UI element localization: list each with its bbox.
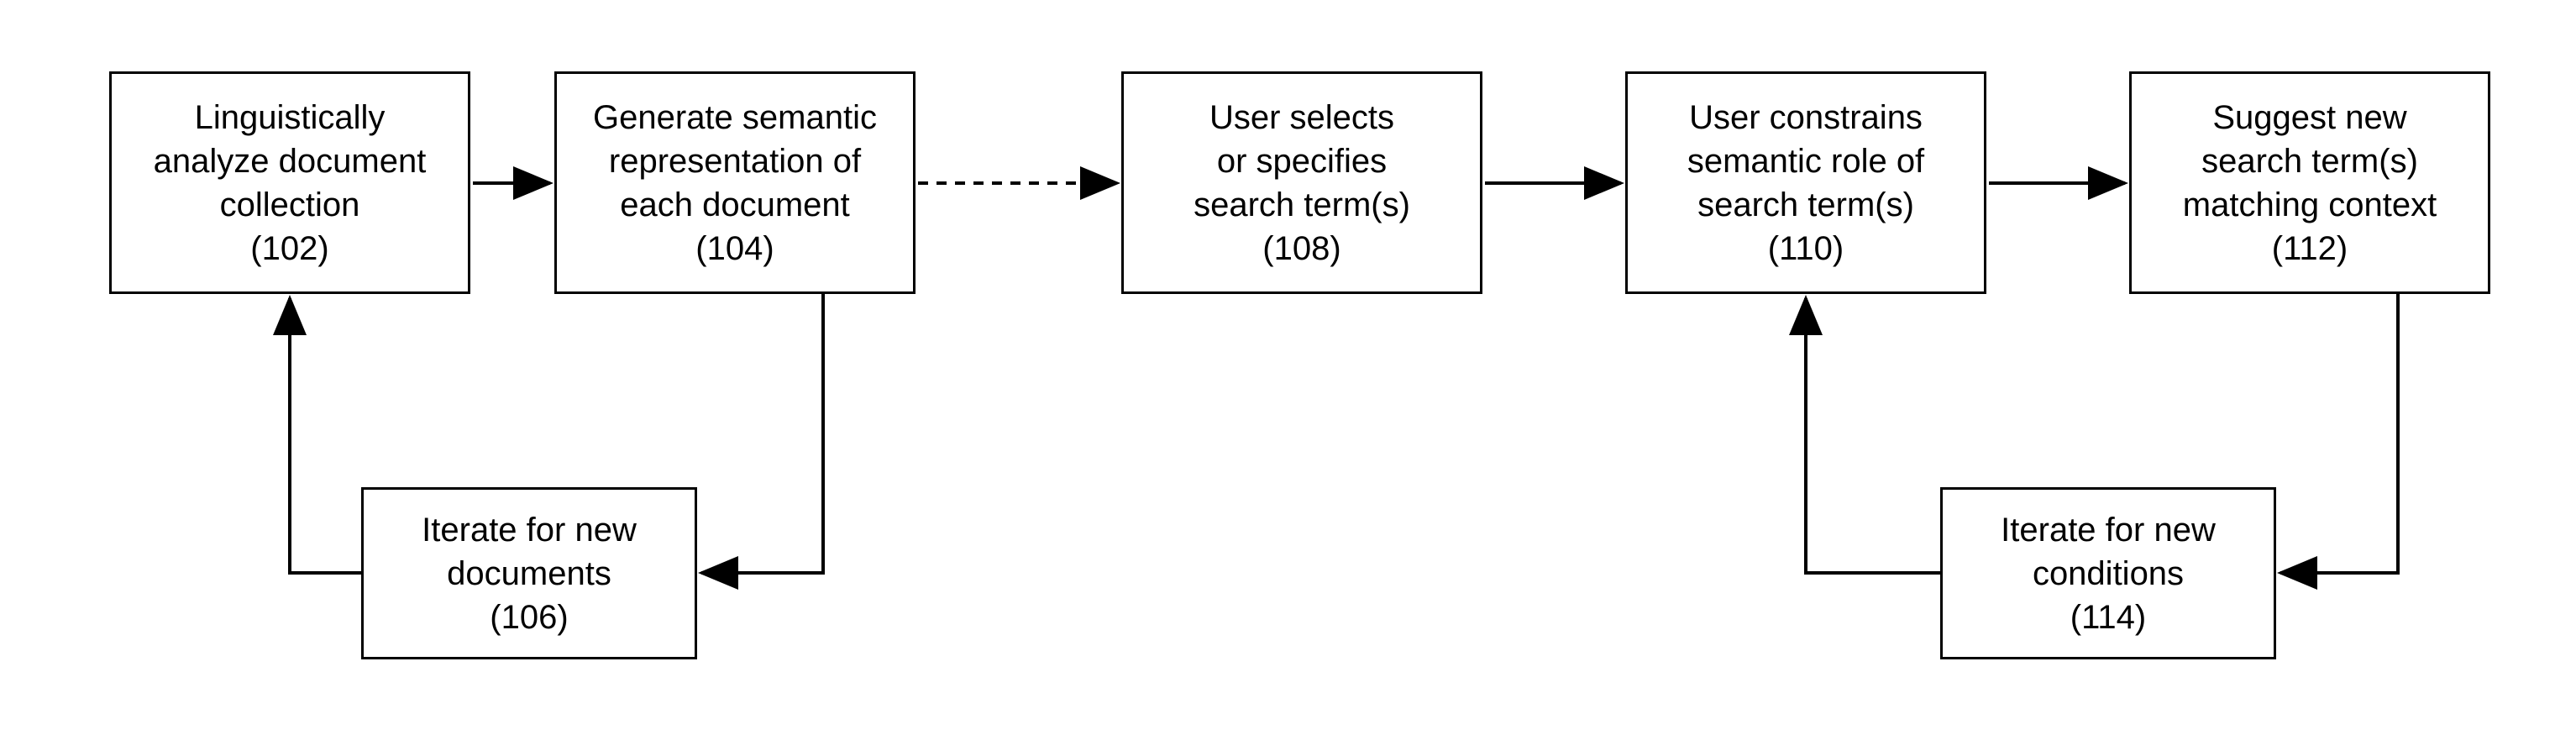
flow-box-112: Suggest new search term(s) matching cont… (2129, 71, 2490, 294)
flow-box-108-text: User selects or specifies search term(s)… (1194, 96, 1410, 270)
flow-box-102: Linguistically analyze document collecti… (109, 71, 470, 294)
edge-114-110 (1806, 298, 1940, 573)
flow-box-114: Iterate for new conditions (114) (1940, 487, 2276, 659)
flow-box-114-text: Iterate for new conditions (114) (2001, 508, 2216, 639)
flow-box-104: Generate semantic representation of each… (554, 71, 916, 294)
flow-box-108: User selects or specifies search term(s)… (1121, 71, 1482, 294)
flow-box-104-text: Generate semantic representation of each… (593, 96, 877, 270)
flow-box-112-text: Suggest new search term(s) matching cont… (2183, 96, 2437, 270)
flow-box-110-text: User constrains semantic role of search … (1687, 96, 1924, 270)
edge-112-114 (2280, 294, 2398, 573)
flow-box-110: User constrains semantic role of search … (1625, 71, 1986, 294)
flow-box-106: Iterate for new documents (106) (361, 487, 697, 659)
edge-104-106 (701, 294, 823, 573)
flow-box-102-text: Linguistically analyze document collecti… (154, 96, 427, 270)
edge-106-102 (290, 298, 361, 573)
flow-box-106-text: Iterate for new documents (106) (422, 508, 637, 639)
